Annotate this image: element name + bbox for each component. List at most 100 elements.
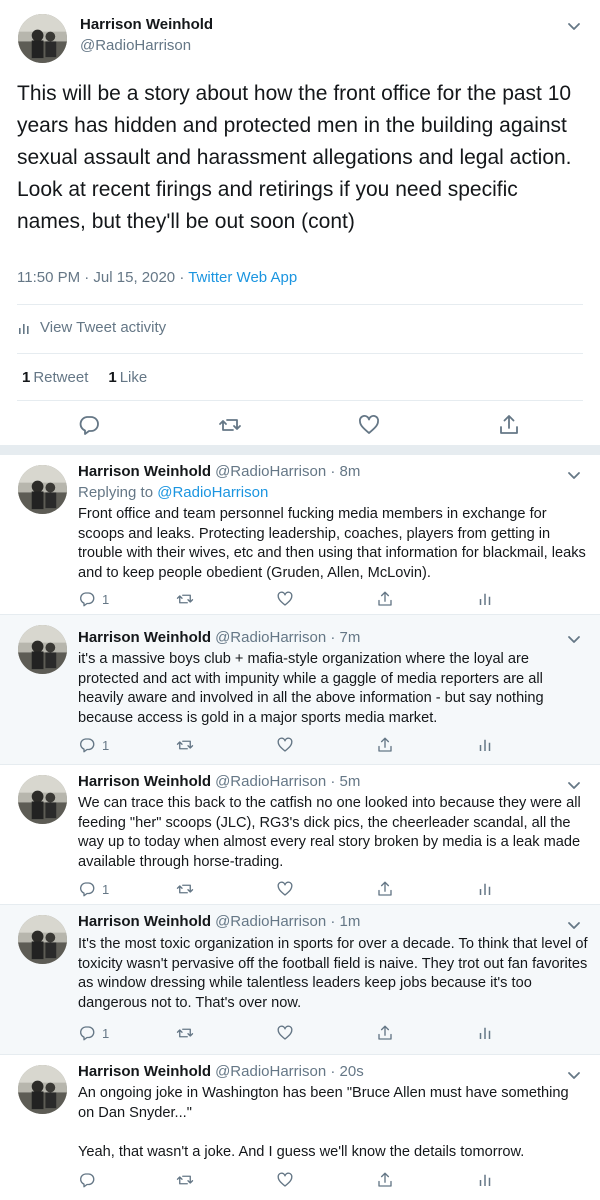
tweet-timestamp[interactable]: 11:50 PM · Jul 15, 2020 · [17, 269, 188, 286]
retweet-icon[interactable] [176, 1170, 194, 1190]
analytics-icon[interactable] [476, 589, 494, 609]
retweet-icon[interactable] [176, 589, 194, 609]
author-name[interactable]: Harrison Weinhold [78, 1063, 211, 1080]
reply-icon[interactable] [77, 413, 101, 437]
avatar[interactable] [18, 14, 67, 63]
reply-action-bar [78, 1170, 508, 1190]
retweet-icon[interactable] [176, 1023, 194, 1043]
like-label[interactable]: Like [120, 369, 148, 386]
chevron-down-icon[interactable] [566, 18, 582, 34]
like-count[interactable]: 1 [108, 369, 116, 386]
section-separator [0, 445, 600, 455]
chevron-down-icon[interactable] [566, 777, 582, 793]
reply-count: 1 [102, 591, 110, 607]
avatar[interactable] [18, 465, 67, 514]
retweet-label[interactable]: Retweet [33, 369, 88, 386]
like-icon[interactable] [357, 413, 381, 437]
reply-tweet[interactable]: Harrison Weinhold @RadioHarrison · 5m We … [0, 765, 600, 905]
author-handle-time[interactable]: @RadioHarrison · 1m [215, 913, 360, 930]
analytics-icon [19, 323, 29, 334]
reply-tweet[interactable]: Harrison Weinhold @RadioHarrison · 1m It'… [0, 905, 600, 1055]
retweet-icon[interactable] [218, 413, 242, 437]
avatar[interactable] [18, 1065, 67, 1114]
chevron-down-icon[interactable] [566, 467, 582, 483]
view-tweet-activity-link[interactable]: View Tweet activity [18, 319, 166, 336]
reply-icon [80, 1026, 95, 1041]
reply-action-bar: 1 [78, 735, 508, 755]
author-name[interactable]: Harrison Weinhold [78, 629, 211, 646]
reply-button[interactable]: 1 [78, 735, 109, 755]
reply-button[interactable] [78, 1170, 102, 1190]
share-icon[interactable] [376, 589, 394, 609]
tweet-text: This will be a story about how the front… [17, 82, 572, 233]
reply-text: it's a massive boys club + mafia-style o… [78, 651, 548, 726]
reply-action-bar: 1 [78, 879, 508, 899]
author-name[interactable]: Harrison Weinhold [78, 913, 211, 930]
analytics-icon[interactable] [476, 735, 494, 755]
like-icon[interactable] [276, 735, 294, 755]
chevron-down-icon[interactable] [566, 631, 582, 647]
author-handle-time[interactable]: @RadioHarrison · 20s [215, 1063, 364, 1080]
reply-header: Harrison Weinhold @RadioHarrison · 1m [78, 913, 360, 930]
tweet-source-app[interactable]: Twitter Web App [188, 269, 297, 286]
replying-to-handle[interactable]: @RadioHarrison [157, 484, 268, 501]
retweet-icon[interactable] [176, 879, 194, 899]
share-icon[interactable] [497, 413, 521, 437]
reply-text: We can trace this back to the catfish no… [78, 795, 585, 870]
reply-button[interactable]: 1 [78, 879, 109, 899]
reply-text: It's the most toxic organization in spor… [78, 936, 592, 1011]
author-handle[interactable]: @RadioHarrison [80, 37, 191, 54]
tweet-action-bar [0, 413, 600, 439]
like-icon[interactable] [276, 879, 294, 899]
reply-icon [80, 1173, 95, 1188]
author-handle-time[interactable]: @RadioHarrison · 8m [215, 463, 360, 480]
reply-button[interactable]: 1 [78, 1023, 109, 1043]
reply-text: Front office and team personnel fucking … [78, 506, 590, 581]
reply-button[interactable]: 1 [78, 589, 109, 609]
reply-header: Harrison Weinhold @RadioHarrison · 7m [78, 629, 360, 646]
divider [17, 304, 583, 305]
retweet-count[interactable]: 1 [22, 369, 30, 386]
analytics-icon[interactable] [476, 1170, 494, 1190]
reply-count: 1 [102, 881, 110, 897]
chevron-down-icon[interactable] [566, 917, 582, 933]
avatar[interactable] [18, 915, 67, 964]
divider [17, 400, 583, 401]
share-icon[interactable] [376, 1170, 394, 1190]
reply-action-bar: 1 [78, 589, 508, 609]
like-icon[interactable] [276, 1023, 294, 1043]
reply-icon [80, 592, 95, 607]
avatar[interactable] [18, 625, 67, 674]
reply-action-bar: 1 [78, 1023, 508, 1043]
chevron-down-icon[interactable] [566, 1067, 582, 1083]
tweet-meta: 11:50 PM · Jul 15, 2020 · Twitter Web Ap… [17, 269, 297, 286]
reply-header: Harrison Weinhold @RadioHarrison · 20s [78, 1063, 364, 1080]
reply-icon [80, 882, 95, 897]
analytics-icon[interactable] [476, 1023, 494, 1043]
divider [17, 353, 583, 354]
reply-header: Harrison Weinhold @RadioHarrison · 5m [78, 773, 360, 790]
author-name[interactable]: Harrison Weinhold [78, 463, 211, 480]
author-name[interactable]: Harrison Weinhold [80, 16, 213, 33]
share-icon[interactable] [376, 879, 394, 899]
author-handle-time[interactable]: @RadioHarrison · 7m [215, 629, 360, 646]
avatar[interactable] [18, 775, 67, 824]
reply-count: 1 [102, 737, 110, 753]
like-icon[interactable] [276, 1170, 294, 1190]
like-icon[interactable] [276, 589, 294, 609]
author-handle-time[interactable]: @RadioHarrison · 5m [215, 773, 360, 790]
replying-to-prefix: Replying to [78, 484, 158, 501]
view-tweet-activity-label: View Tweet activity [40, 319, 167, 336]
share-icon[interactable] [376, 735, 394, 755]
author-name[interactable]: Harrison Weinhold [78, 773, 211, 790]
analytics-icon[interactable] [476, 879, 494, 899]
reply-icon [80, 738, 95, 753]
reply-tweet[interactable]: Harrison Weinhold @RadioHarrison · 20s An… [0, 1055, 600, 1200]
reply-tweet[interactable]: Harrison Weinhold @RadioHarrison · 8m Rep… [0, 455, 600, 615]
engagement-stats: 1 Retweet 1 Like [22, 369, 167, 386]
reply-header: Harrison Weinhold @RadioHarrison · 8m [78, 463, 360, 480]
tweet-thread-page: Harrison Weinhold @RadioHarrison This wi… [0, 0, 600, 1200]
retweet-icon[interactable] [176, 735, 194, 755]
reply-tweet[interactable]: Harrison Weinhold @RadioHarrison · 7m it'… [0, 615, 600, 765]
share-icon[interactable] [376, 1023, 394, 1043]
